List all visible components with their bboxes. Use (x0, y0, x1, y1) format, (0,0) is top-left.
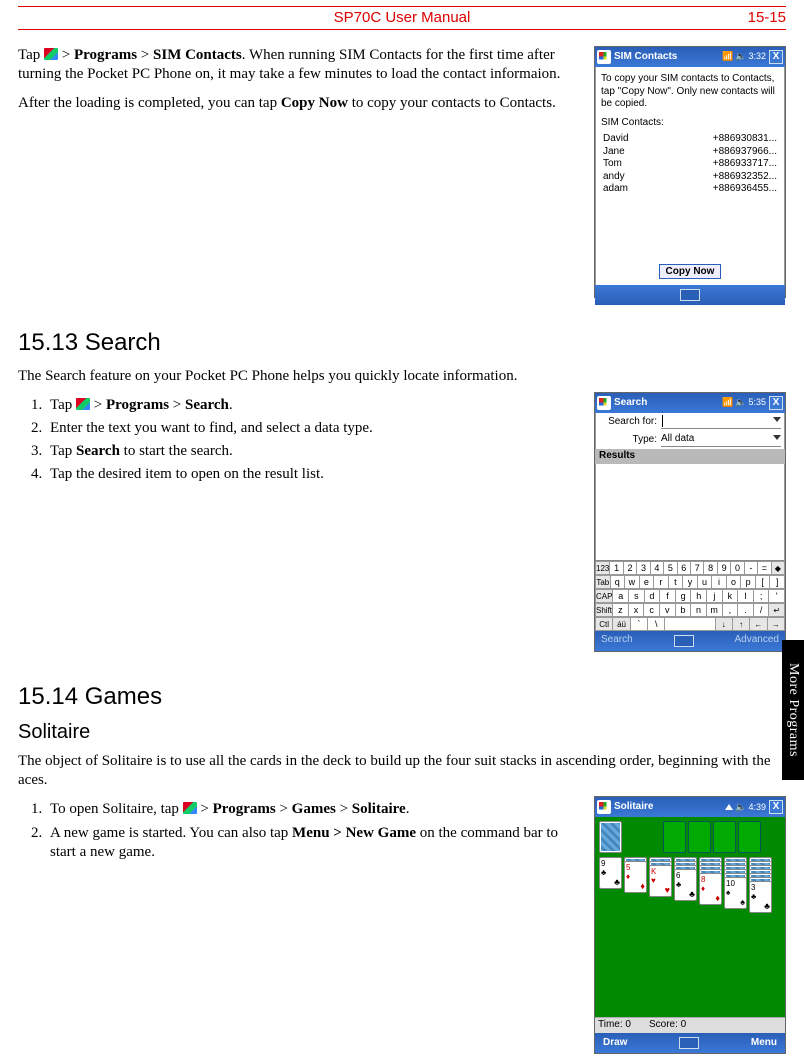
start-menu-icon[interactable] (597, 50, 611, 64)
start-menu-icon[interactable] (597, 800, 611, 814)
sim-contacts-p2: After the loading is completed, you can … (18, 94, 576, 113)
soft-keyboard[interactable]: 123 1 2 3 4 5 6 7 8 9 0 - = ◆ (595, 560, 785, 631)
card-face[interactable]: K♥♥ (649, 865, 672, 897)
speaker-icon: 🔈 (735, 51, 746, 63)
sim-title-bar: SIM Contacts 📶 🔈 3:32 X (595, 47, 785, 67)
search-for-input[interactable] (661, 415, 781, 429)
sim-clock: 3:32 (748, 51, 766, 63)
subheading-solitaire: Solitaire (18, 720, 786, 746)
chapter-tab: More Programs (782, 640, 804, 780)
key-space[interactable] (665, 617, 715, 631)
list-item: andy+886932352... (601, 171, 779, 184)
list-item: Jane+886937966... (601, 146, 779, 159)
sim-window-title: SIM Contacts (614, 51, 719, 64)
type-dropdown[interactable]: All data (661, 433, 781, 447)
key-123[interactable]: 123 (595, 561, 610, 575)
foundation-slot[interactable] (663, 821, 686, 853)
sip-keyboard-icon[interactable] (674, 635, 694, 647)
foundation-slot[interactable] (688, 821, 711, 853)
search-softkey[interactable]: Search (601, 634, 633, 647)
sim-status-icons: 📶 🔈 3:32 (722, 51, 766, 63)
sip-keyboard-icon[interactable] (680, 289, 700, 301)
start-menu-icon[interactable] (597, 396, 611, 410)
solitaire-window-title: Solitaire (614, 801, 722, 814)
card-face[interactable]: 6♣♣ (674, 869, 697, 901)
kbd-row-5: Ctl áü ` \ ↓ ↑ ← → (595, 617, 785, 631)
close-button[interactable]: X (769, 396, 783, 410)
results-list[interactable] (595, 464, 785, 560)
search-bottom-bar: Search Advanced (595, 631, 785, 651)
solitaire-board[interactable]: 9♣♣5♦♦K♥♥6♣♣8♦♦10♠♠3♣♣ (595, 817, 785, 1017)
solitaire-bottom-bar: Draw Menu (595, 1033, 785, 1053)
card-face[interactable]: 3♣♣ (749, 881, 772, 913)
sim-list-label: SIM Contacts: (601, 117, 779, 130)
speaker-icon: 🔈 (735, 397, 746, 409)
foundation-slot[interactable] (713, 821, 736, 853)
deck-pile[interactable] (599, 821, 622, 853)
solitaire-status-bar: Time: 0 Score: 0 (595, 1017, 785, 1033)
search-title-bar: Search 📶 🔈 5:35 X (595, 393, 785, 413)
header-title: SP70C User Manual (88, 9, 716, 26)
heading-search: 15.13 Search (18, 328, 786, 359)
card-face[interactable]: 8♦♦ (699, 873, 722, 905)
solitaire-clock: 4:39 (748, 802, 766, 814)
kbd-row-1: 123 1 2 3 4 5 6 7 8 9 0 - = ◆ (595, 561, 785, 575)
search-window-title: Search (614, 397, 719, 410)
solitaire-title-bar: Solitaire 🔈 4:39 X (595, 797, 785, 817)
list-item: David+886930831... (601, 133, 779, 146)
search-for-label: Search for: (599, 416, 657, 429)
step-4: Tap the desired item to open on the resu… (46, 465, 576, 484)
draw-softkey[interactable]: Draw (603, 1037, 627, 1050)
card-face[interactable]: 5♦♦ (624, 861, 647, 893)
menu-softkey[interactable]: Menu (751, 1037, 777, 1050)
page-header: SP70C User Manual 15-15 (18, 6, 786, 30)
search-intro: The Search feature on your Pocket PC Pho… (18, 367, 786, 386)
speaker-icon: 🔈 (735, 802, 746, 814)
start-icon (183, 802, 197, 814)
close-button[interactable]: X (769, 50, 783, 64)
heading-games: 15.14 Games (18, 682, 786, 713)
step-3: Tap Search to start the search. (46, 442, 576, 461)
solitaire-intro: The object of Solitaire is to use all th… (18, 752, 786, 790)
foundation-slot[interactable] (738, 821, 761, 853)
start-icon (44, 48, 58, 60)
search-window: Search 📶 🔈 5:35 X Search for: Type: All … (594, 392, 786, 652)
copy-now-button[interactable]: Copy Now (659, 264, 722, 279)
signal-icon (725, 804, 733, 810)
sim-contacts-intro: Tap > Programs > SIM Contacts. When runn… (18, 46, 576, 84)
close-button[interactable]: X (769, 800, 783, 814)
results-header: Results (595, 449, 785, 464)
step-2: A new game is started. You can also tap … (46, 824, 576, 862)
kbd-row-2: Tab q w e r t y u i o p [ ] (595, 575, 785, 589)
step-1: To open Solitaire, tap > Programs > Game… (46, 800, 576, 819)
kbd-row-4: Shift z x c v b n m , . / ↵ (595, 603, 785, 617)
sim-bottom-bar (595, 285, 785, 305)
header-page-number: 15-15 (716, 9, 786, 26)
kbd-row-3: CAP a s d f g h j k l ; ' (595, 589, 785, 603)
sim-contact-list[interactable]: David+886930831... Jane+886937966... Tom… (601, 133, 779, 196)
card-face[interactable]: 9♣♣ (599, 857, 622, 889)
type-label: Type: (599, 434, 657, 447)
solitaire-steps: To open Solitaire, tap > Programs > Game… (46, 800, 576, 862)
sim-contacts-window: SIM Contacts 📶 🔈 3:32 X To copy your SIM… (594, 46, 786, 298)
list-item: Tom+886933717... (601, 158, 779, 171)
step-1: Tap > Programs > Search. (46, 396, 576, 415)
list-item: adam+886936455... (601, 183, 779, 196)
solitaire-window: Solitaire 🔈 4:39 X (594, 796, 786, 1054)
chevron-down-icon[interactable] (773, 417, 781, 422)
search-steps: Tap > Programs > Search. Enter the text … (46, 396, 576, 485)
card-face[interactable]: 10♠♠ (724, 877, 747, 909)
signal-icon: 📶 (722, 397, 733, 409)
sip-keyboard-icon[interactable] (679, 1037, 699, 1049)
search-clock: 5:35 (748, 397, 766, 409)
start-icon (76, 398, 90, 410)
step-2: Enter the text you want to find, and sel… (46, 419, 576, 438)
signal-icon: 📶 (722, 51, 733, 63)
advanced-softkey[interactable]: Advanced (735, 634, 779, 647)
chevron-down-icon[interactable] (773, 435, 781, 440)
sim-hint: To copy your SIM contacts to Contacts, t… (601, 73, 779, 111)
